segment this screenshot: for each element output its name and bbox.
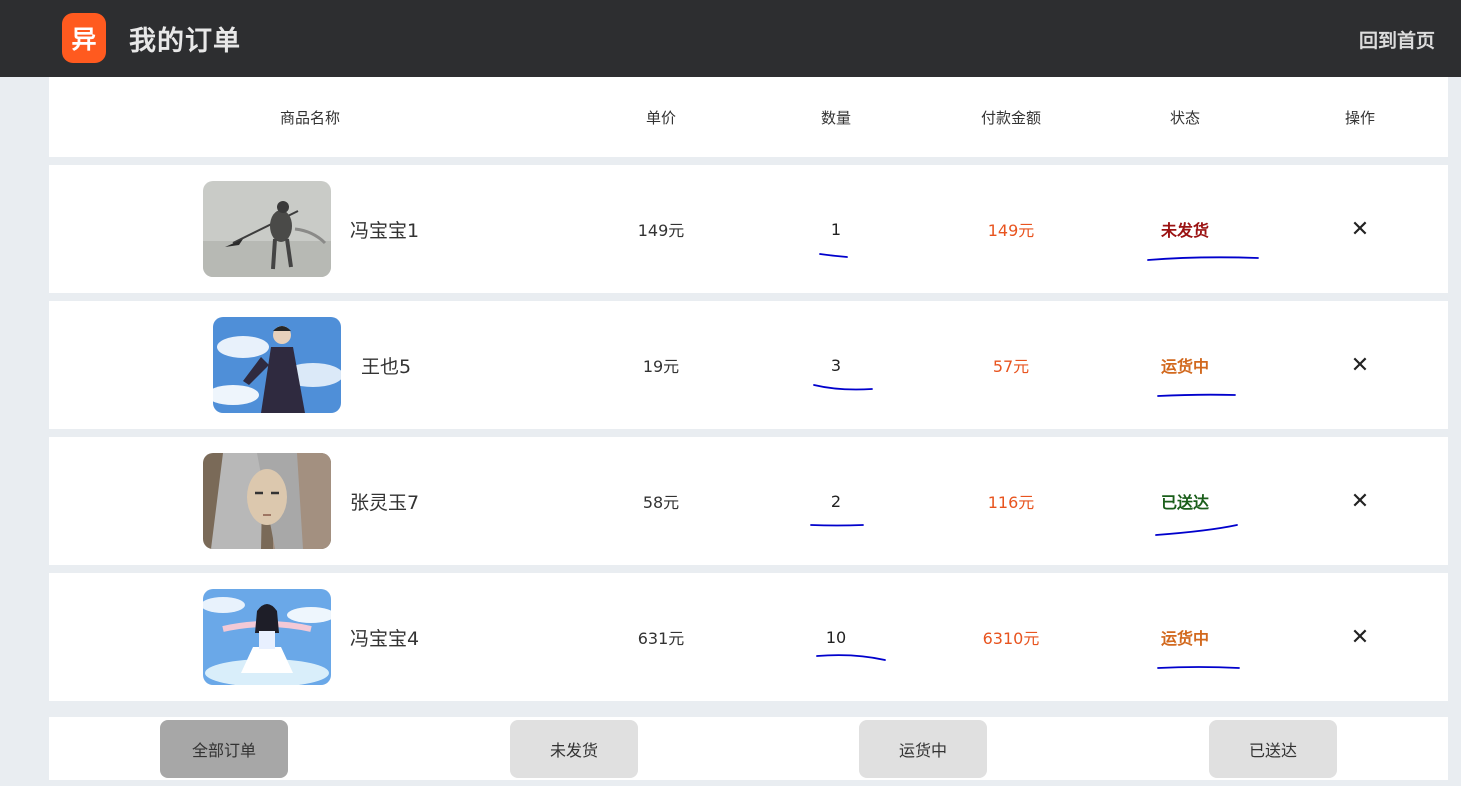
- delete-button[interactable]: ✕: [1310, 165, 1410, 293]
- status-badge: 已送达: [1160, 493, 1209, 512]
- product-name: 冯宝宝4: [350, 627, 420, 650]
- unit-price: 631元: [637, 629, 685, 648]
- product-image[interactable]: [213, 317, 341, 413]
- close-icon: ✕: [1350, 216, 1370, 242]
- tab-in-transit[interactable]: 运货中: [859, 720, 987, 778]
- column-header-qty: 数量: [820, 108, 851, 127]
- order-row: 冯宝宝4 631元 10 6310元 运货中 ✕: [49, 573, 1448, 701]
- close-icon: ✕: [1350, 352, 1370, 378]
- order-row: 王也5 19元 3 57元 运货中 ✕: [49, 301, 1448, 429]
- unit-price: 149元: [637, 221, 685, 240]
- unit-price: 19元: [642, 357, 680, 376]
- column-header-price: 单价: [645, 108, 676, 127]
- app-logo: 异: [62, 13, 106, 63]
- delete-button[interactable]: ✕: [1310, 437, 1410, 565]
- quantity: 1: [830, 219, 842, 239]
- payment-amount: 149元: [987, 221, 1035, 240]
- top-bar: 异 我的订单 回到首页: [0, 0, 1461, 77]
- order-row: 冯宝宝1 149元 1 149元 未发货 ✕: [49, 165, 1448, 293]
- quantity: 10: [825, 627, 847, 647]
- product-image[interactable]: [203, 589, 331, 685]
- tab-all-orders[interactable]: 全部订单: [160, 720, 288, 778]
- page-title: 我的订单: [129, 26, 241, 57]
- close-icon: ✕: [1350, 488, 1370, 514]
- status-badge: 运货中: [1160, 629, 1209, 648]
- product-name: 冯宝宝1: [350, 219, 420, 242]
- payment-amount: 116元: [987, 493, 1035, 512]
- quantity: 2: [830, 491, 842, 511]
- filter-tabs: 全部订单 未发货 运货中 已送达: [49, 717, 1448, 780]
- payment-amount: 57元: [992, 357, 1030, 376]
- payment-amount: 6310元: [982, 629, 1040, 648]
- product-image[interactable]: [203, 453, 331, 549]
- column-header-pay: 付款金额: [980, 108, 1041, 127]
- product-name: 王也5: [361, 355, 412, 378]
- tab-not-shipped[interactable]: 未发货: [510, 720, 638, 778]
- order-row: 张灵玉7 58元 2 116元 已送达 ✕: [49, 437, 1448, 565]
- quantity: 3: [830, 355, 842, 375]
- product-image[interactable]: [203, 181, 331, 277]
- tab-delivered[interactable]: 已送达: [1209, 720, 1337, 778]
- product-name: 张灵玉7: [350, 491, 420, 514]
- unit-price: 58元: [642, 493, 680, 512]
- home-link[interactable]: 回到首页: [1359, 26, 1435, 53]
- close-icon: ✕: [1350, 624, 1370, 650]
- column-header-op: 操作: [1344, 108, 1375, 127]
- status-badge: 未发货: [1160, 221, 1209, 240]
- status-badge: 运货中: [1160, 357, 1209, 376]
- delete-button[interactable]: ✕: [1310, 301, 1410, 429]
- delete-button[interactable]: ✕: [1310, 573, 1410, 701]
- table-header: 商品名称 单价 数量 付款金额 状态 操作: [49, 77, 1448, 157]
- column-header-name: 商品名称: [279, 108, 340, 127]
- column-header-status: 状态: [1169, 108, 1200, 127]
